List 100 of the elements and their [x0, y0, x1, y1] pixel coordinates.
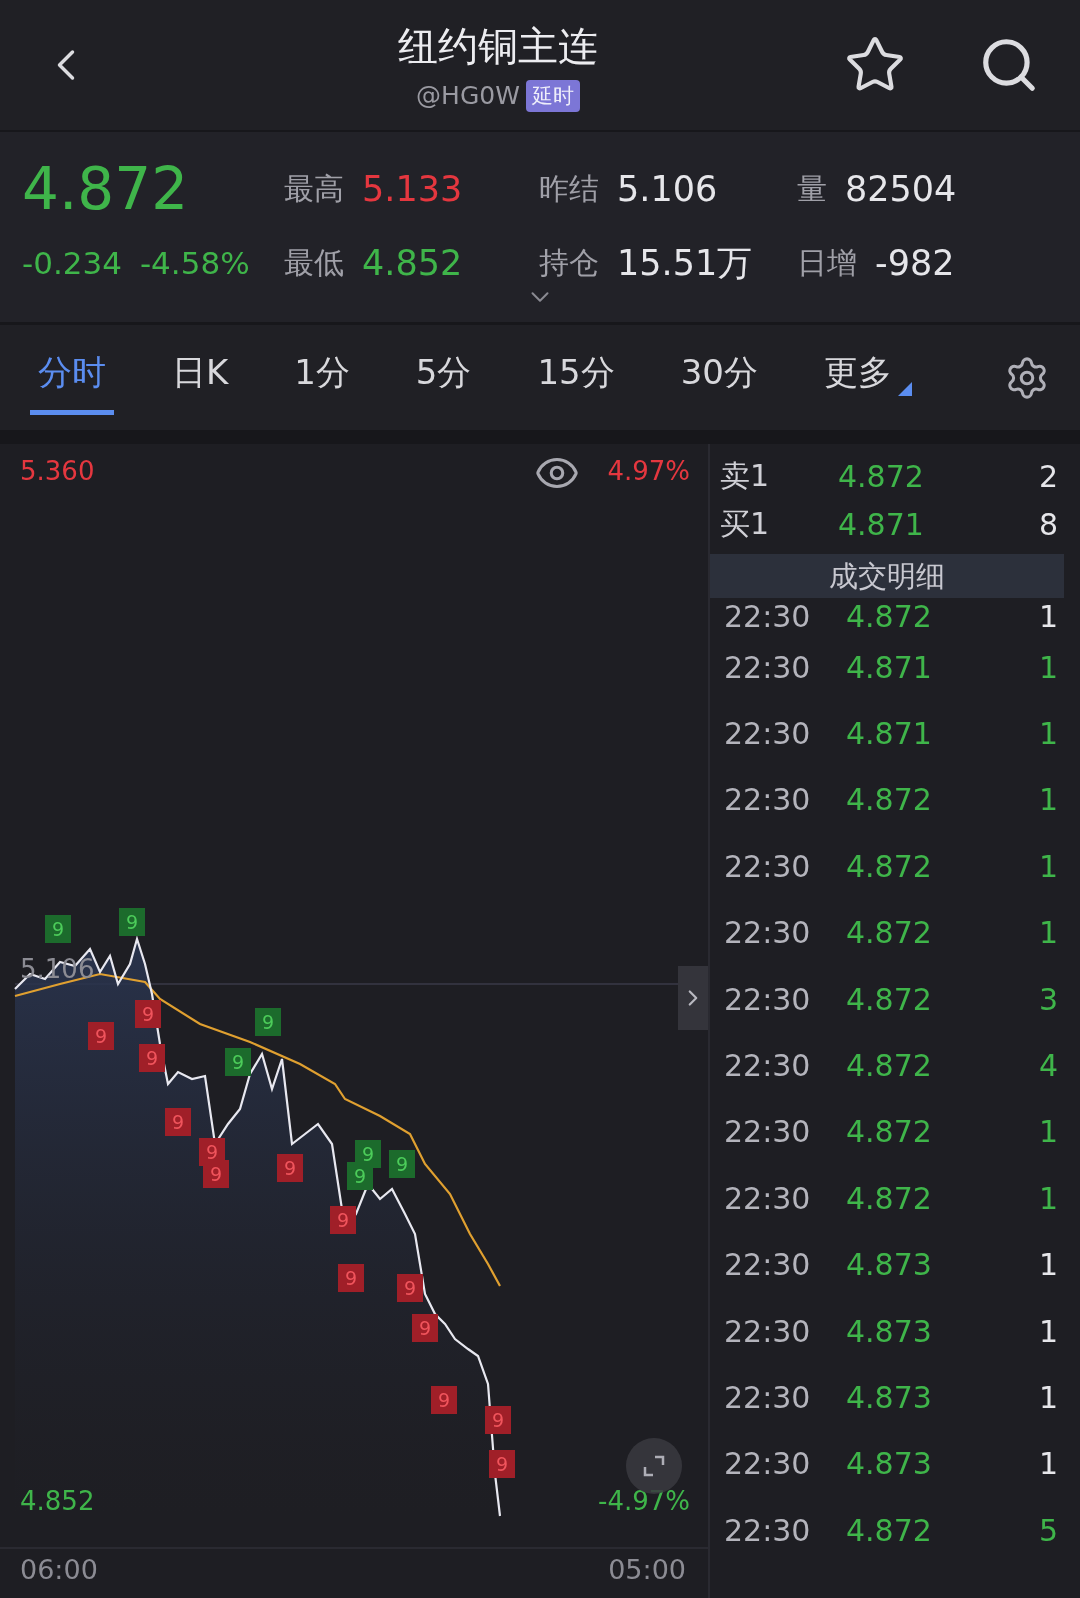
trade-price: 4.872: [846, 848, 933, 884]
signal-marker: 9: [45, 915, 71, 943]
signal-marker: 9: [119, 908, 145, 936]
signal-marker: 9: [203, 1160, 229, 1188]
trade-time: 22:30: [724, 1512, 812, 1548]
period-tab[interactable]: 更多: [815, 340, 920, 415]
stat-value: 82504: [845, 169, 957, 209]
dropdown-icon: [897, 382, 912, 396]
stat-label: 昨结: [539, 169, 599, 208]
trade-time: 22:30: [724, 1380, 812, 1415]
trade-volume: 1: [1037, 598, 1058, 634]
trade-time: 22:30: [724, 1048, 812, 1084]
trade-time: 22:30: [724, 848, 812, 884]
trade-price: 4.872: [846, 915, 933, 951]
trade-time: 22:30: [724, 782, 812, 818]
signal-marker: 9: [165, 1108, 191, 1136]
trade-volume: 1: [1037, 1180, 1058, 1216]
stat-label: 持仓: [539, 243, 599, 282]
trade-volume: 3: [1037, 981, 1058, 1017]
stat-label: 最低: [284, 243, 344, 282]
stat-label: 日增: [797, 243, 857, 282]
signal-marker: 9: [397, 1274, 423, 1302]
trade-price: 4.873: [846, 1446, 933, 1482]
trade-time: 22:30: [724, 915, 812, 951]
percent-change: -4.58%: [139, 245, 250, 281]
last-price: 4.872: [22, 155, 190, 223]
order-price: 4.872: [838, 458, 925, 494]
trade-volume: 1: [1037, 716, 1058, 752]
trade-time: 22:30: [724, 649, 812, 685]
price-axis-label: 4.852: [20, 1486, 95, 1516]
signal-marker: 9: [330, 1206, 356, 1234]
period-tab[interactable]: 1分: [286, 340, 358, 415]
trade-time: 22:30: [724, 1180, 812, 1216]
trade-price: 4.871: [846, 716, 933, 752]
period-tab[interactable]: 日K: [163, 340, 237, 415]
trade-time: 22:30: [724, 1247, 812, 1283]
stat-label: 最高: [284, 169, 344, 208]
period-tab[interactable]: 15分: [529, 340, 623, 415]
stat-value: 15.51万: [617, 241, 753, 285]
trade-volume: 1: [1037, 848, 1058, 884]
trade-price: 4.872: [846, 1048, 933, 1084]
order-side: 买1: [720, 504, 771, 543]
period-tab[interactable]: 分时: [30, 340, 114, 415]
trade-volume: 1: [1037, 915, 1058, 951]
trade-price: 4.872: [846, 598, 933, 634]
trade-volume: 1: [1037, 1380, 1058, 1415]
signal-marker: 9: [485, 1406, 511, 1434]
signal-marker: 9: [338, 1264, 364, 1292]
stat-label: 量: [797, 169, 827, 208]
stat-value: 5.106: [617, 169, 718, 209]
period-tab[interactable]: 5分: [407, 340, 480, 415]
signal-marker: 9: [489, 1450, 515, 1478]
trade-time: 22:30: [724, 1446, 812, 1482]
signal-marker: 9: [139, 1044, 165, 1072]
time-axis-label: 06:00: [20, 1553, 98, 1585]
stat-value: 5.133: [362, 169, 463, 209]
trade-price: 4.871: [846, 649, 933, 685]
trade-time: 22:30: [724, 1114, 812, 1150]
percent-axis-label: -4.97%: [598, 1486, 690, 1516]
trade-price: 4.872: [846, 1114, 933, 1150]
signal-marker: 9: [412, 1314, 438, 1342]
trade-volume: 1: [1037, 649, 1058, 685]
trade-volume: 4: [1037, 1048, 1058, 1084]
signal-marker: 9: [88, 1022, 114, 1050]
trade-volume: 1: [1037, 1247, 1058, 1283]
signal-marker: 9: [135, 1000, 161, 1028]
percent-axis-label: 4.97%: [607, 456, 690, 486]
price-axis-label: 5.360: [20, 456, 95, 486]
trades-header: 成交明细: [710, 554, 1064, 598]
side-panel-toggle[interactable]: [678, 966, 708, 1030]
trade-price: 4.872: [846, 782, 933, 818]
trade-volume: 1: [1037, 1114, 1058, 1150]
order-volume: 8: [1037, 506, 1058, 542]
trade-price: 4.872: [846, 981, 933, 1017]
trade-time: 22:30: [724, 716, 812, 752]
fullscreen-icon: [641, 1453, 667, 1479]
order-price: 4.871: [838, 506, 925, 542]
signal-marker: 9: [389, 1150, 415, 1178]
trade-volume: 1: [1037, 1446, 1058, 1482]
trade-time: 22:30: [724, 598, 812, 634]
time-axis-label: 05:00: [608, 1553, 686, 1585]
order-side: 卖1: [720, 456, 771, 495]
price-change: -0.234: [22, 245, 122, 281]
signal-marker: 9: [431, 1386, 457, 1414]
trade-volume: 1: [1037, 782, 1058, 818]
signal-marker: 9: [225, 1048, 251, 1076]
trade-price: 4.873: [846, 1380, 933, 1415]
trade-price: 4.872: [846, 1512, 933, 1548]
signal-marker: 9: [347, 1162, 373, 1190]
trade-volume: 5: [1037, 1512, 1058, 1548]
stat-value: -982: [875, 243, 955, 283]
instrument-title: 纽约铜主连: [398, 21, 598, 71]
delay-badge: 延时: [525, 79, 580, 112]
trade-time: 22:30: [724, 1313, 812, 1349]
trade-price: 4.872: [846, 1180, 933, 1216]
order-volume: 2: [1037, 458, 1058, 494]
trade-price: 4.873: [846, 1313, 933, 1349]
trade-volume: 1: [1037, 1313, 1058, 1349]
trade-time: 22:30: [724, 981, 812, 1017]
period-tab[interactable]: 30分: [672, 340, 766, 415]
